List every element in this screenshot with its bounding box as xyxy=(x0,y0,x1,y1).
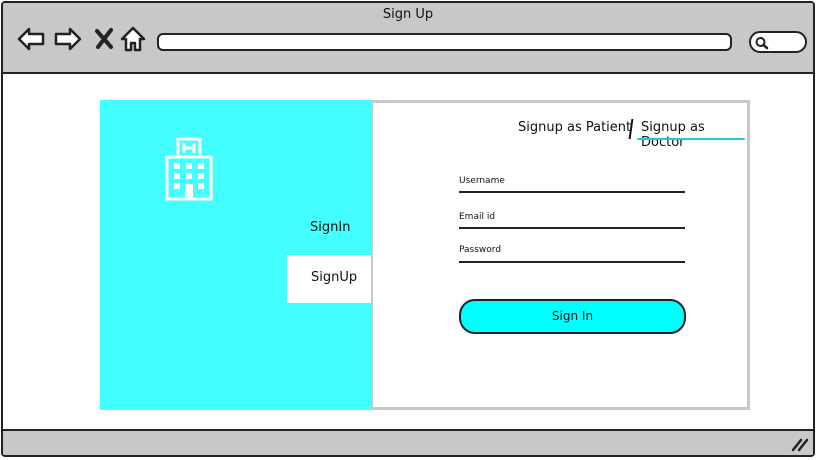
resize-grip-icon[interactable] xyxy=(791,436,809,452)
password-label: Password xyxy=(459,245,502,255)
status-bar xyxy=(3,429,813,455)
password-field[interactable]: Password xyxy=(459,245,685,263)
username-label: Username xyxy=(459,176,505,186)
email-underline xyxy=(459,227,685,229)
username-field[interactable]: Username xyxy=(459,176,685,193)
email-field[interactable]: Email id xyxy=(459,212,685,229)
active-tab-indicator xyxy=(637,138,745,140)
username-underline xyxy=(459,191,685,193)
title-bar: Sign Up xyxy=(3,3,813,74)
forward-arrow-icon[interactable] xyxy=(54,25,82,53)
sidebar-item-signup[interactable]: SignUp xyxy=(287,255,375,303)
sign-in-button[interactable]: Sign In xyxy=(459,299,686,334)
back-arrow-icon[interactable] xyxy=(17,25,45,53)
close-icon[interactable] xyxy=(91,25,119,53)
search-box[interactable] xyxy=(749,31,807,53)
sidebar-item-label: SignUp xyxy=(311,270,358,285)
url-bar[interactable] xyxy=(157,33,732,51)
form-panel: Signup as Patient Signup as Doctor Usern… xyxy=(371,100,750,410)
tab-signup-doctor[interactable]: Signup as Doctor xyxy=(641,120,747,150)
search-icon xyxy=(755,37,769,50)
window-title: Sign Up xyxy=(382,7,434,22)
hospital-icon xyxy=(165,137,213,201)
browser-window: Sign Up SignIn SignUp Signup as Patient … xyxy=(1,1,815,457)
tab-signup-patient[interactable]: Signup as Patient xyxy=(518,120,631,135)
email-label: Email id xyxy=(459,212,496,222)
sidebar-item-signin[interactable]: SignIn xyxy=(310,220,350,235)
home-icon[interactable] xyxy=(119,25,147,53)
password-underline xyxy=(459,261,685,263)
